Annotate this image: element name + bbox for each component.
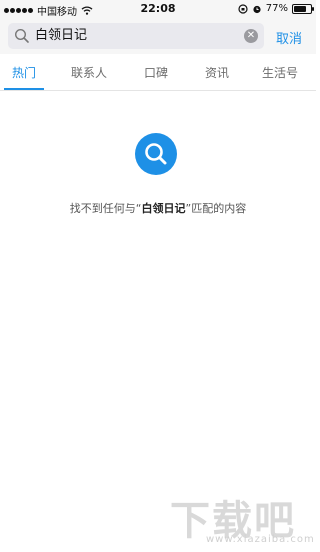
result-tabs: 热门 联系人 口碑 资讯 生活号	[0, 54, 316, 91]
search-query: 白领日记	[35, 28, 88, 43]
tab-news[interactable]: 资讯	[205, 64, 229, 81]
status-bar: 中国移动 22:08 77%	[0, 0, 316, 18]
cancel-button[interactable]: 取消	[276, 28, 302, 47]
tab-hot[interactable]: 热门	[12, 64, 36, 81]
tab-contacts[interactable]: 联系人	[71, 64, 107, 81]
active-tab-indicator	[4, 88, 44, 90]
empty-suffix: ”匹配的内容	[185, 202, 247, 215]
battery-icon	[292, 3, 314, 14]
site-watermark: 下载吧 www.xiazaiba.com	[170, 488, 314, 548]
empty-state-search-icon	[135, 133, 177, 175]
search-input[interactable]: 白领日记 ✕	[8, 23, 264, 49]
watermark-url: www.xiazaiba.com	[206, 534, 315, 545]
status-right: 77%	[238, 3, 314, 14]
empty-keyword: 白领日记	[141, 202, 186, 215]
search-header: 白领日记 ✕ 取消	[0, 18, 316, 54]
tab-life-accounts[interactable]: 生活号	[262, 64, 298, 81]
empty-state-message: 找不到任何与“白领日记”匹配的内容	[0, 200, 316, 216]
battery-percent: 77%	[265, 3, 288, 14]
empty-prefix: 找不到任何与“	[69, 202, 142, 215]
lock-rotation-icon	[238, 3, 248, 14]
alarm-icon	[253, 5, 261, 13]
clear-icon[interactable]: ✕	[244, 29, 258, 43]
tab-reviews[interactable]: 口碑	[144, 64, 168, 81]
search-icon	[14, 28, 29, 43]
